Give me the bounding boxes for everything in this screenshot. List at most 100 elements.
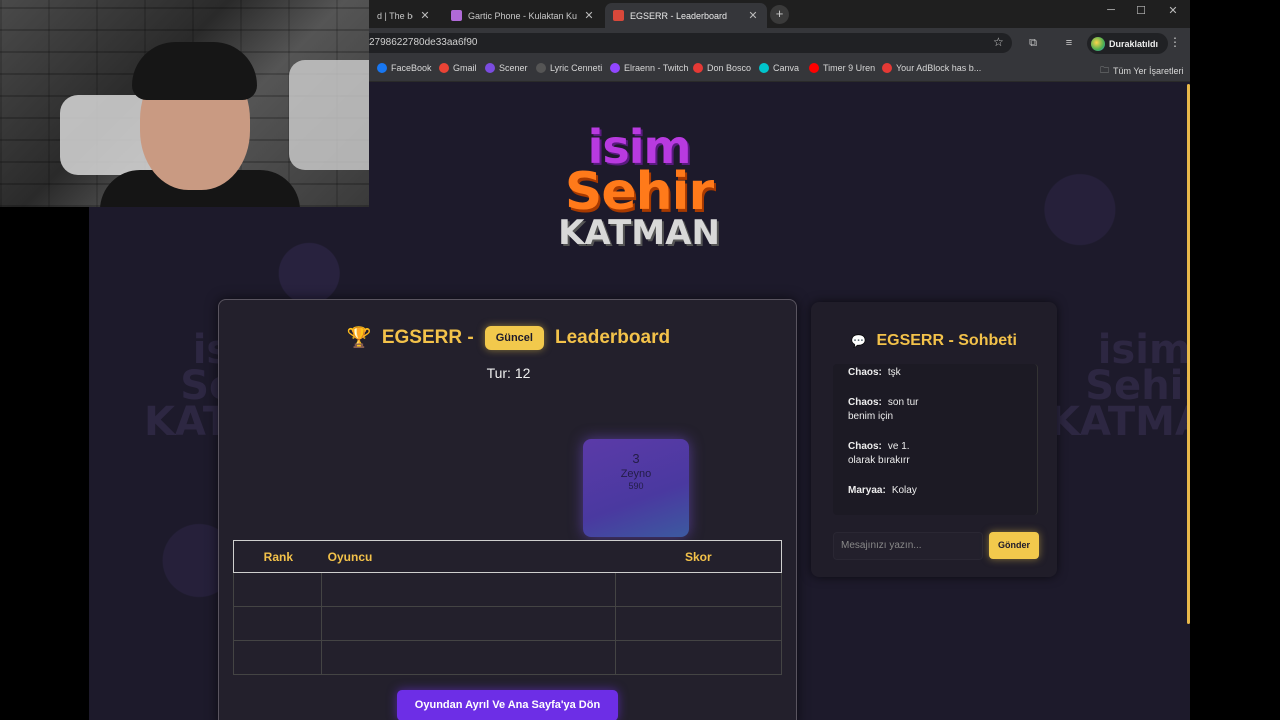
tab-label: Gartic Phone - Kulaktan Kulağa <box>468 10 577 21</box>
bookmark-label: Tüm Yer İşaretleri <box>1113 66 1184 76</box>
tab-label: EGSERR - Leaderboard <box>630 10 728 21</box>
chat-message: Chaos: ve 1. olarak bırakırr <box>848 440 938 468</box>
column-player: Oyuncu <box>327 549 373 564</box>
don-bosco-icon <box>693 63 703 73</box>
close-window-icon[interactable]: ✕ <box>1158 4 1188 17</box>
minimize-icon[interactable]: ─ <box>1096 4 1126 16</box>
bookmark-label: Lyric Cenneti <box>550 63 603 73</box>
message-user: Maryaa: <box>848 485 886 496</box>
watermark-logo-right: isimSehirKATMAN <box>1049 327 1190 445</box>
facebook-icon <box>377 63 387 73</box>
tab-bar: d | The best ✕ Gartic Phone - Kulaktan K… <box>369 0 1190 28</box>
podium-third-place: 3 Zeyno 590 <box>583 439 689 537</box>
bookmark-canva[interactable]: Canva <box>759 63 799 73</box>
bookmarks-bar: FaceBook Gmail Scener Lyric Cenneti Elra… <box>369 58 1190 82</box>
podium-player-name: Zeyno <box>620 468 652 480</box>
leaderboard-table: Rank Oyuncu Skor <box>233 540 782 675</box>
more-menu-icon[interactable]: ⋮ <box>1169 35 1181 49</box>
url-field[interactable]: 2798622780de33aa6f90 <box>369 33 1012 53</box>
table-row <box>233 573 782 607</box>
all-bookmarks-folder[interactable]: 🗀 Tüm Yer İşaretleri <box>1100 63 1184 79</box>
leave-game-button[interactable]: Oyundan Ayrıl Ve Ana Sayfa'ya Dön <box>397 690 618 720</box>
profile-button[interactable]: Duraklatıldı <box>1087 33 1169 54</box>
podium-rank: 3 <box>632 451 640 466</box>
bookmark-gmail[interactable]: Gmail <box>439 63 477 73</box>
bookmark-elraenn-twitch[interactable]: Elraenn - Twitch <box>610 63 688 73</box>
chat-bubble-icon: 💬 <box>851 334 867 348</box>
media-icon[interactable]: ≡ <box>1062 36 1076 50</box>
bookmark-lyric-cenneti[interactable]: Lyric Cenneti <box>536 63 602 73</box>
bookmark-scener[interactable]: Scener <box>485 63 528 73</box>
chat-message: Chaos: son tur benim için <box>848 396 938 424</box>
canva-icon <box>759 63 769 73</box>
bookmark-facebook[interactable]: FaceBook <box>377 63 432 73</box>
folder-icon: 🗀 <box>1100 65 1110 75</box>
tab-label: d | The best <box>377 10 413 21</box>
table-row <box>233 607 782 641</box>
extensions-icon[interactable]: ⧉ <box>1026 36 1040 50</box>
podium-score: 590 <box>628 481 644 491</box>
chat-message: Chaos: tşk <box>848 366 1028 380</box>
leaderboard-title-suffix: Leaderboard <box>554 326 671 348</box>
bookmark-adblock[interactable]: Your AdBlock has b... <box>882 63 981 73</box>
bookmark-don-bosco[interactable]: Don Bosco <box>693 63 751 73</box>
chat-title: EGSERR - Sohbeti <box>876 332 1017 349</box>
logo-line-3: KATMAN <box>558 213 720 253</box>
chat-message-input[interactable]: Mesajınızı yazın... <box>833 532 983 560</box>
leaderboard-title-prefix: EGSERR - <box>381 326 474 348</box>
bookmark-label: Canva <box>773 63 800 73</box>
page-scrollbar[interactable] <box>1187 84 1190 624</box>
chat-header: 💬 EGSERR - Sohbeti <box>811 332 1057 350</box>
cell-score <box>616 641 782 675</box>
gmail-icon <box>439 63 449 73</box>
screen: isimSehirKATMAN isimSehirKATMAN isim Seh… <box>0 0 1280 720</box>
adblock-icon <box>882 63 892 73</box>
message-user: Chaos: <box>848 367 882 378</box>
cell-score <box>616 607 782 641</box>
close-icon[interactable]: ✕ <box>747 9 759 22</box>
lyric-icon <box>536 63 546 73</box>
logo-line-2: Sehir <box>564 162 714 222</box>
message-text: tşk <box>887 367 901 378</box>
tab-2[interactable]: Gartic Phone - Kulaktan Kulağa ✕ <box>443 3 603 28</box>
bookmark-label: Don Bosco <box>707 63 752 73</box>
bookmark-label: Timer 9 Uren <box>823 63 876 73</box>
tab-1[interactable]: d | The best ✕ <box>369 3 439 28</box>
new-tab-button[interactable]: + <box>770 5 789 24</box>
cell-rank <box>233 573 322 607</box>
game-logo: isim Sehir KATMAN <box>549 120 729 270</box>
bookmark-label: Your AdBlock has b... <box>896 63 982 73</box>
leaderboard-header: 🏆 EGSERR - Güncel Leaderboard <box>219 325 798 350</box>
browser-chrome: d | The best ✕ Gartic Phone - Kulaktan K… <box>369 0 1190 82</box>
round-counter: Tur: 12 <box>486 365 531 381</box>
sofa <box>289 60 369 170</box>
scener-icon <box>485 63 495 73</box>
close-icon[interactable]: ✕ <box>583 9 595 22</box>
twitch-icon <box>610 63 620 73</box>
message-text: Kolay <box>891 485 917 496</box>
chat-panel: 💬 EGSERR - Sohbeti Chaos: tşk Chaos: son t… <box>811 302 1057 577</box>
profile-label: Duraklatıldı <box>1109 38 1159 49</box>
bookmark-timer[interactable]: Timer 9 Uren <box>809 63 875 73</box>
column-score: Skor <box>684 549 712 564</box>
bookmark-label: Scener <box>499 63 528 73</box>
send-button[interactable]: Gönder <box>989 532 1039 559</box>
avatar <box>1091 36 1105 51</box>
trophy-icon: 🏆 <box>346 327 372 349</box>
chat-messages[interactable]: Chaos: tşk Chaos: son tur benim için Chaos… <box>833 364 1038 515</box>
tab-3-active[interactable]: EGSERR - Leaderboard ✕ <box>605 3 767 28</box>
bookmark-star-icon[interactable]: ☆ <box>993 35 1004 49</box>
bookmark-label: FaceBook <box>391 63 432 73</box>
bookmark-label: Gmail <box>453 63 477 73</box>
status-badge: Güncel <box>484 325 544 350</box>
table-row <box>233 641 782 675</box>
phone-icon <box>451 10 462 21</box>
maximize-icon[interactable]: ☐ <box>1126 4 1156 17</box>
cell-rank <box>233 607 322 641</box>
column-rank: Rank <box>263 549 293 564</box>
table-header: Rank Oyuncu Skor <box>233 540 782 573</box>
cell-player <box>322 607 616 641</box>
close-icon[interactable]: ✕ <box>419 9 431 22</box>
cell-player <box>322 573 616 607</box>
cell-player <box>322 641 616 675</box>
